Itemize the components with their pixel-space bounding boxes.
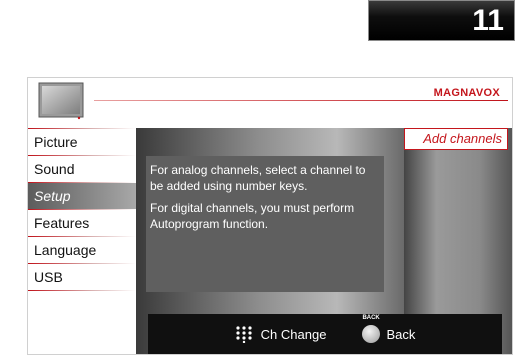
sidebar-item-usb[interactable]: USB	[28, 264, 136, 290]
ch-change-label: Ch Change	[260, 326, 327, 342]
channel-display: 11	[368, 0, 515, 41]
back-hint[interactable]: BACK Back	[362, 315, 416, 343]
sidebar-item-language[interactable]: Language	[28, 237, 136, 263]
info-box: For analog channels, select a channel to…	[146, 156, 384, 292]
channel-number: 11	[472, 4, 504, 37]
menu-header: MAGNAVOX	[28, 78, 512, 122]
back-button-icon	[362, 325, 381, 343]
info-digital-text: For digital channels, you must perform A…	[150, 201, 355, 231]
main-menu: Picture Sound Setup Features Language US…	[28, 128, 136, 354]
header-divider	[94, 100, 508, 101]
setup-menu: MAGNAVOX Picture Sound Setup Features La…	[27, 77, 513, 355]
brand-logo: MAGNAVOX	[433, 87, 500, 99]
footer-bar: Ch Change BACK Back	[148, 314, 502, 354]
back-label: Back	[386, 326, 416, 342]
sidebar-item-setup[interactable]: Setup	[28, 183, 136, 209]
sidebar-item-features[interactable]: Features	[28, 210, 136, 236]
menu-divider	[28, 290, 136, 291]
info-analog-text: For analog channels, select a channel to…	[150, 163, 366, 193]
sidebar-item-picture[interactable]: Picture	[28, 129, 136, 155]
tv-icon	[38, 82, 84, 120]
back-caption: BACK	[362, 315, 380, 321]
footer-hints: Ch Change BACK Back	[148, 314, 502, 354]
submenu-item-add-channels[interactable]: Add channels	[404, 128, 508, 150]
keypad-icon	[236, 326, 252, 343]
sidebar-item-sound[interactable]: Sound	[28, 156, 136, 182]
